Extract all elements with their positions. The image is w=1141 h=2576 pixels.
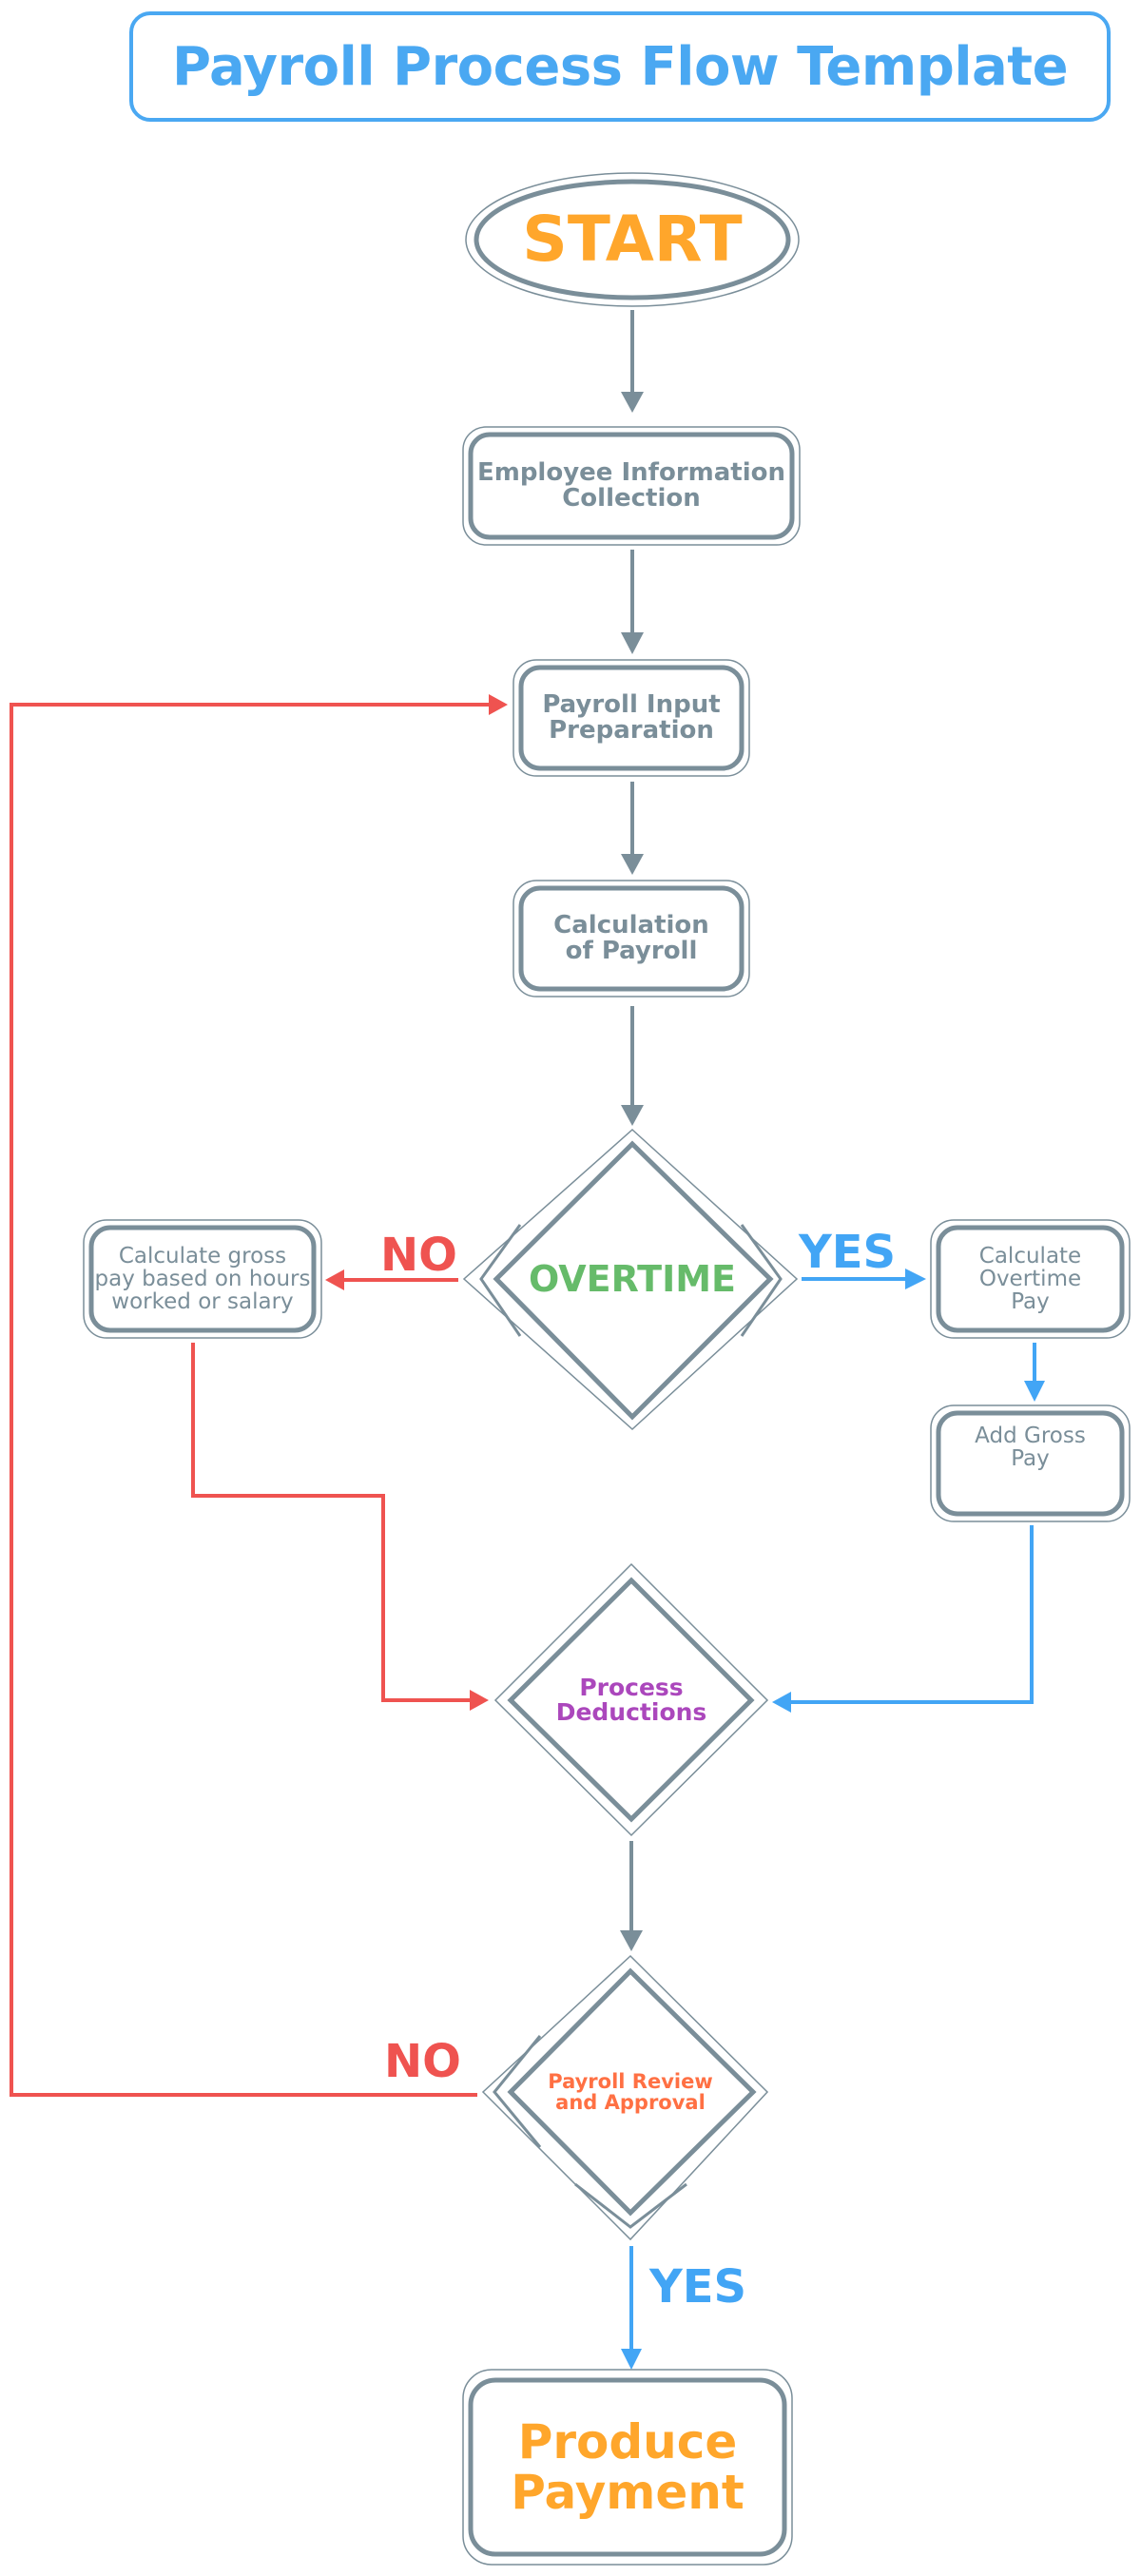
review-no-label: NO <box>384 2035 461 2088</box>
page-title: Payroll Process Flow Template <box>171 35 1069 98</box>
connector-gross-pay-to-deductions <box>191 1343 489 1711</box>
review-label: Payroll Review and Approval <box>548 2069 713 2114</box>
employee-info-label: Employee Information Collection <box>476 457 786 513</box>
review-yes-connector <box>621 2246 642 2370</box>
gross-pay-label: Calculate gross pay based on hours worke… <box>94 1243 311 1315</box>
add-gross-pay-label: Add Gross Pay <box>975 1423 1086 1471</box>
overtime-yes-label: YES <box>799 1226 897 1279</box>
overtime-label: OVERTIME <box>528 1258 737 1301</box>
overtime-pay-label: Calculate Overtime Pay <box>978 1243 1082 1315</box>
connector-calculation-to-overtime <box>621 1006 644 1126</box>
connector-employee-to-input <box>621 550 644 654</box>
overtime-no-label: NO <box>380 1229 457 1282</box>
title-box: Payroll Process Flow Template <box>129 11 1111 122</box>
review-yes-label: YES <box>649 2260 747 2314</box>
connector-add-gross-to-deductions <box>772 1525 1034 1713</box>
connector-deductions-to-review <box>620 1841 643 1951</box>
connector-start-to-employee <box>621 310 644 413</box>
deductions-label: Process Deductions <box>555 1673 707 1726</box>
connector-input-to-calculation <box>621 782 644 875</box>
connector-overtime-pay-to-add-gross <box>1024 1343 1045 1402</box>
start-label: START <box>522 203 743 277</box>
calculation-label: Calculation of Payroll <box>553 910 709 965</box>
payroll-input-label: Payroll Input Preparation <box>542 689 721 745</box>
produce-payment-label: Produce Payment <box>511 2414 745 2520</box>
review-no-connector <box>10 694 508 2097</box>
